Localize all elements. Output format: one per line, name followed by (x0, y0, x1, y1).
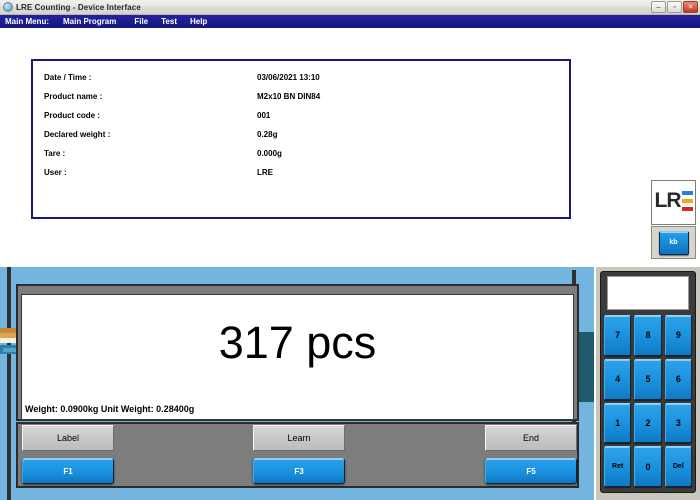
key-0[interactable]: 0 (634, 446, 662, 487)
product-info-panel: Date / Time : 03/06/2021 13:10 Product n… (31, 59, 571, 219)
info-value-tare: 0.000g (257, 149, 282, 158)
key-9[interactable]: 9 (664, 315, 692, 356)
key-7[interactable]: 7 (604, 315, 632, 356)
lre-logo-text: LR (654, 188, 682, 212)
logo-bar-orange (681, 198, 693, 203)
info-value-date-time: 03/06/2021 13:10 (257, 73, 320, 82)
info-row: Product code : 001 (33, 106, 569, 125)
softkey-learn-button[interactable]: Learn (253, 425, 345, 451)
menu-item-help[interactable]: Help (190, 15, 207, 28)
lre-logo-bars (681, 190, 693, 211)
info-row: User : LRE (33, 163, 569, 182)
info-value-product-code: 001 (257, 111, 271, 120)
close-button[interactable]: ✕ (683, 1, 698, 13)
fkey-f1-button[interactable]: F1 (22, 458, 114, 484)
key-4[interactable]: 4 (604, 358, 632, 400)
softkey-label-button[interactable]: Label (22, 425, 114, 451)
key-return[interactable]: Ret (604, 446, 632, 487)
logo-bar-red (681, 206, 693, 211)
device-left-edge (7, 267, 11, 500)
window-controls: – ▫ ✕ (651, 1, 698, 13)
menu-item-test[interactable]: Test (161, 15, 177, 28)
fkey-f5-button[interactable]: F5 (485, 458, 577, 484)
keyboard-button-panel: kb (651, 226, 696, 259)
info-value-product-name: M2x10 BN DIN84 (257, 92, 321, 101)
info-value-user: LRE (257, 168, 273, 177)
info-row: Date / Time : 03/06/2021 13:10 (33, 68, 569, 87)
fkey-f3-button[interactable]: F3 (253, 458, 345, 484)
info-label-date-time: Date / Time : (44, 73, 92, 82)
key-6[interactable]: 6 (664, 358, 692, 400)
info-label-product-name: Product name : (44, 92, 103, 101)
menu-item-file[interactable]: File (134, 15, 148, 28)
lre-logo: LR (651, 180, 696, 225)
kb-button[interactable]: kb (658, 230, 689, 255)
key-8[interactable]: 8 (634, 315, 662, 356)
keypad-display[interactable] (607, 276, 689, 310)
info-label-declared-weight: Declared weight : (44, 130, 111, 139)
menu-bar: Main Menu: Main Program File Test Help (0, 15, 700, 28)
weight-info-line: Weight: 0.0900kg Unit Weight: 0.28400g (25, 404, 195, 414)
key-3[interactable]: 3 (664, 402, 692, 444)
key-1[interactable]: 1 (604, 402, 632, 444)
maximize-button[interactable]: ▫ (667, 1, 682, 13)
key-2[interactable]: 2 (634, 402, 662, 444)
app-window: LRE Counting - Device Interface – ▫ ✕ Ma… (0, 0, 700, 500)
info-row: Declared weight : 0.28g (33, 125, 569, 144)
app-icon (3, 2, 13, 12)
menu-item-main-program[interactable]: Main Program (63, 15, 116, 28)
minimize-button[interactable]: – (651, 1, 666, 13)
info-row: Product name : M2x10 BN DIN84 (33, 87, 569, 106)
title-bar: LRE Counting - Device Interface – ▫ ✕ (0, 0, 700, 15)
info-label-product-code: Product code : (44, 111, 101, 120)
softkey-end-button[interactable]: End (485, 425, 577, 451)
scale-screen: 317 pcs Weight: 0.0900kg Unit Weight: 0.… (21, 294, 574, 420)
window-title: LRE Counting - Device Interface (16, 2, 141, 12)
info-row: Tare : 0.000g (33, 144, 569, 163)
piece-count-display: 317 pcs (218, 317, 377, 368)
keypad-keys: 7 8 9 4 5 6 1 2 3 Ret 0 Del (604, 315, 692, 487)
info-label-user: User : (44, 168, 67, 177)
key-delete[interactable]: Del (664, 446, 692, 487)
info-label-tare: Tare : (44, 149, 66, 158)
key-5[interactable]: 5 (634, 358, 662, 400)
info-value-declared-weight: 0.28g (257, 130, 278, 139)
menu-bar-label: Main Menu: (5, 17, 49, 26)
logo-bar-blue (681, 190, 693, 195)
